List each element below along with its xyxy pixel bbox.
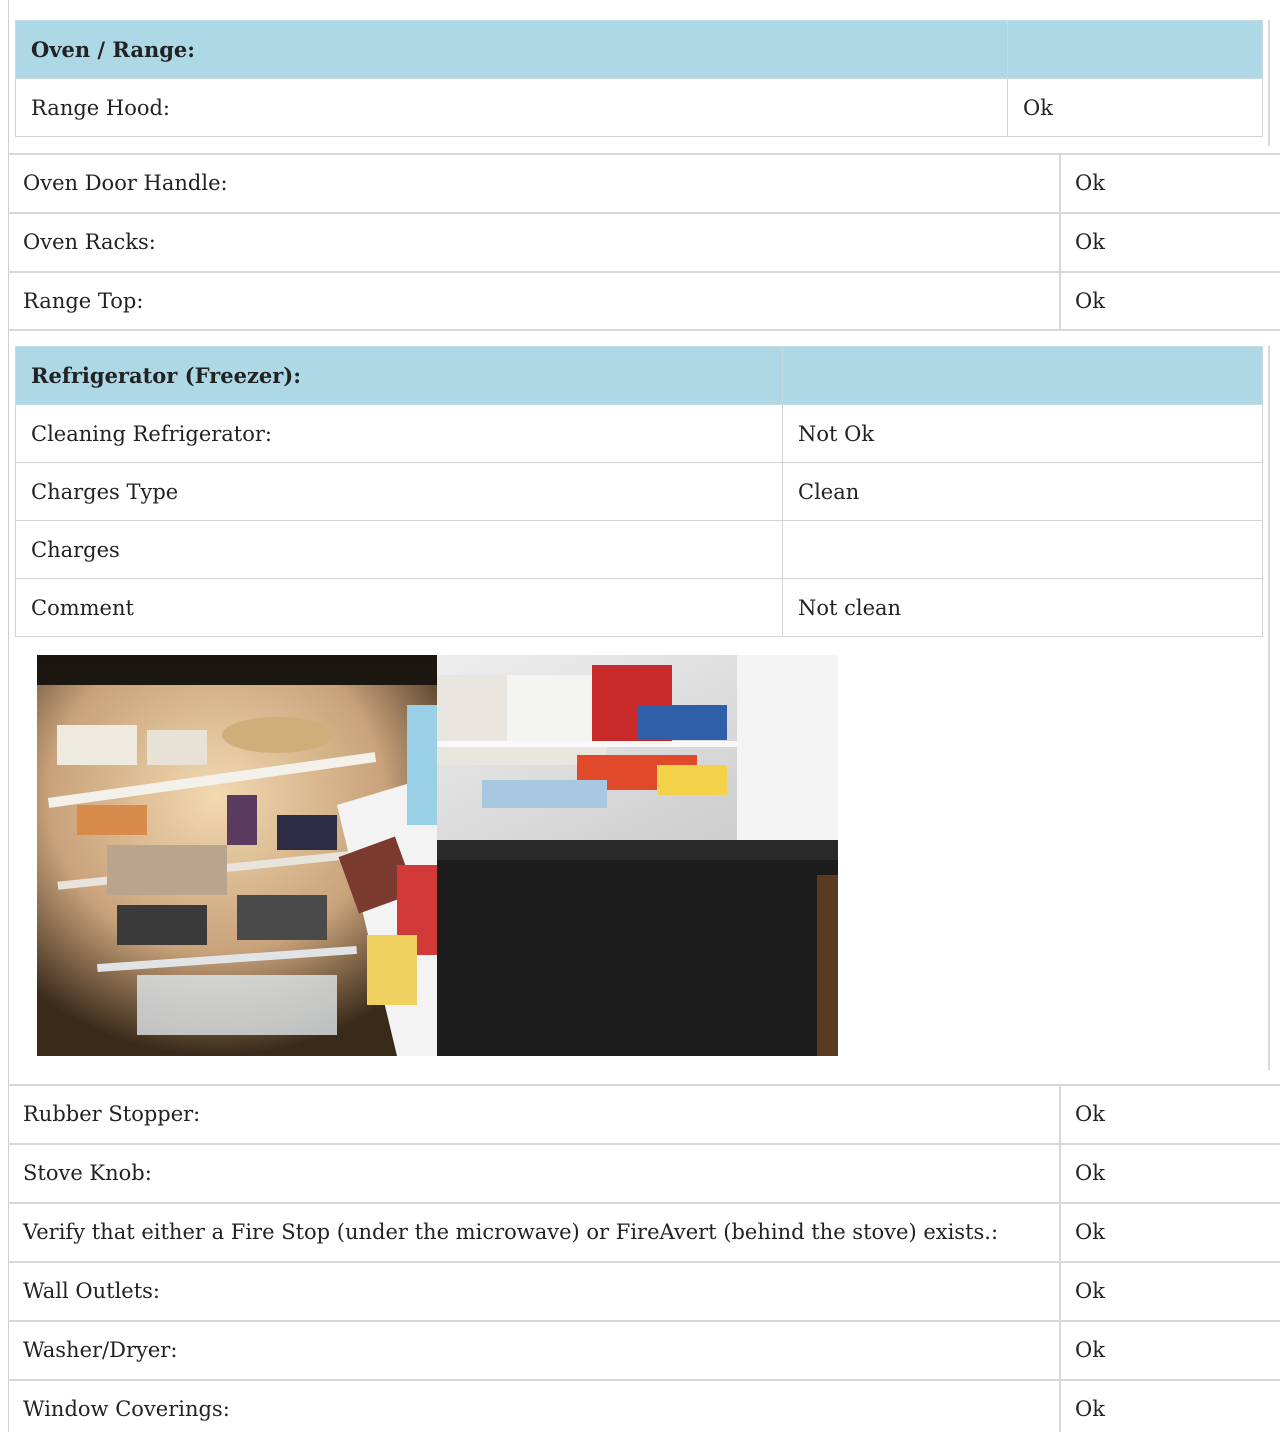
- table-row: Oven Door Handle: Ok: [8, 153, 1280, 212]
- section-title: Refrigerator (Freezer):: [15, 346, 783, 405]
- item-value: Ok: [1075, 1279, 1105, 1303]
- oven-range-table: Oven / Range: Range Hood: Ok: [15, 20, 1263, 137]
- item-value: Ok: [1075, 1397, 1105, 1421]
- table-row: Verify that either a Fire Stop (under th…: [8, 1202, 1280, 1261]
- item-value: Ok: [1075, 230, 1105, 254]
- table-row: Oven Racks: Ok: [8, 212, 1280, 271]
- section-right-rule: [1268, 20, 1270, 146]
- item-label: Verify that either a Fire Stop (under th…: [23, 1220, 999, 1244]
- table-row: Range Hood: Ok: [15, 78, 1263, 137]
- item-value: Ok: [1075, 289, 1105, 313]
- item-value: Ok: [1075, 1161, 1105, 1185]
- table-row: Cleaning Refrigerator: Not Ok: [15, 404, 1263, 463]
- item-value: Ok: [1075, 1338, 1105, 1362]
- item-value: [782, 520, 1263, 579]
- table-row: Wall Outlets: Ok: [8, 1261, 1280, 1320]
- item-label: Stove Knob:: [23, 1161, 152, 1185]
- item-label: Comment: [15, 578, 783, 637]
- column-divider: [1059, 214, 1061, 271]
- item-value: Ok: [1075, 1220, 1105, 1244]
- column-divider: [1059, 1322, 1061, 1379]
- item-label: Range Top:: [23, 289, 144, 313]
- section-title: Oven / Range:: [15, 20, 1008, 79]
- item-label: Wall Outlets:: [23, 1279, 161, 1303]
- item-label: Oven Racks:: [23, 230, 156, 254]
- column-divider: [1059, 1263, 1061, 1320]
- item-value: Ok: [1075, 171, 1105, 195]
- column-divider: [1059, 1086, 1061, 1143]
- table-row: Charges Type Clean: [15, 462, 1263, 521]
- table-row: Comment Not clean: [15, 578, 1263, 637]
- table-row: Charges: [15, 520, 1263, 579]
- section-header-row: Oven / Range:: [15, 20, 1263, 79]
- item-label: Charges Type: [15, 462, 783, 521]
- item-label: Range Hood:: [15, 78, 1008, 137]
- table-row: Washer/Dryer: Ok: [8, 1320, 1280, 1379]
- item-value: Clean: [782, 462, 1263, 521]
- column-divider: [1059, 155, 1061, 212]
- item-label: Rubber Stopper:: [23, 1102, 201, 1126]
- item-label: Oven Door Handle:: [23, 171, 228, 195]
- column-divider: [1059, 1145, 1061, 1202]
- section-header-blank: [1007, 20, 1263, 79]
- item-label: Washer/Dryer:: [23, 1338, 178, 1362]
- table-row: Rubber Stopper: Ok: [8, 1084, 1280, 1143]
- item-value: Ok: [1075, 1102, 1105, 1126]
- item-label: Cleaning Refrigerator:: [15, 404, 783, 463]
- item-value: Not clean: [782, 578, 1263, 637]
- column-divider: [1059, 273, 1061, 330]
- section-header-row: Refrigerator (Freezer):: [15, 346, 1263, 405]
- table-row: Stove Knob: Ok: [8, 1143, 1280, 1202]
- table-row: Window Coverings: Ok: [8, 1379, 1280, 1432]
- section-top-rule: [8, 329, 1280, 331]
- item-value: Ok: [1007, 78, 1263, 137]
- column-divider: [1059, 1381, 1061, 1432]
- item-label: Window Coverings:: [23, 1397, 230, 1421]
- column-divider: [1059, 1204, 1061, 1261]
- item-label: Charges: [15, 520, 783, 579]
- table-row: Range Top: Ok: [8, 271, 1280, 330]
- item-value: Not Ok: [782, 404, 1263, 463]
- refrigerator-photo[interactable]: [37, 655, 838, 1056]
- refrigerator-table: Refrigerator (Freezer): Cleaning Refrige…: [15, 346, 1263, 637]
- section-header-blank: [782, 346, 1263, 405]
- section-right-rule: [1268, 346, 1270, 1070]
